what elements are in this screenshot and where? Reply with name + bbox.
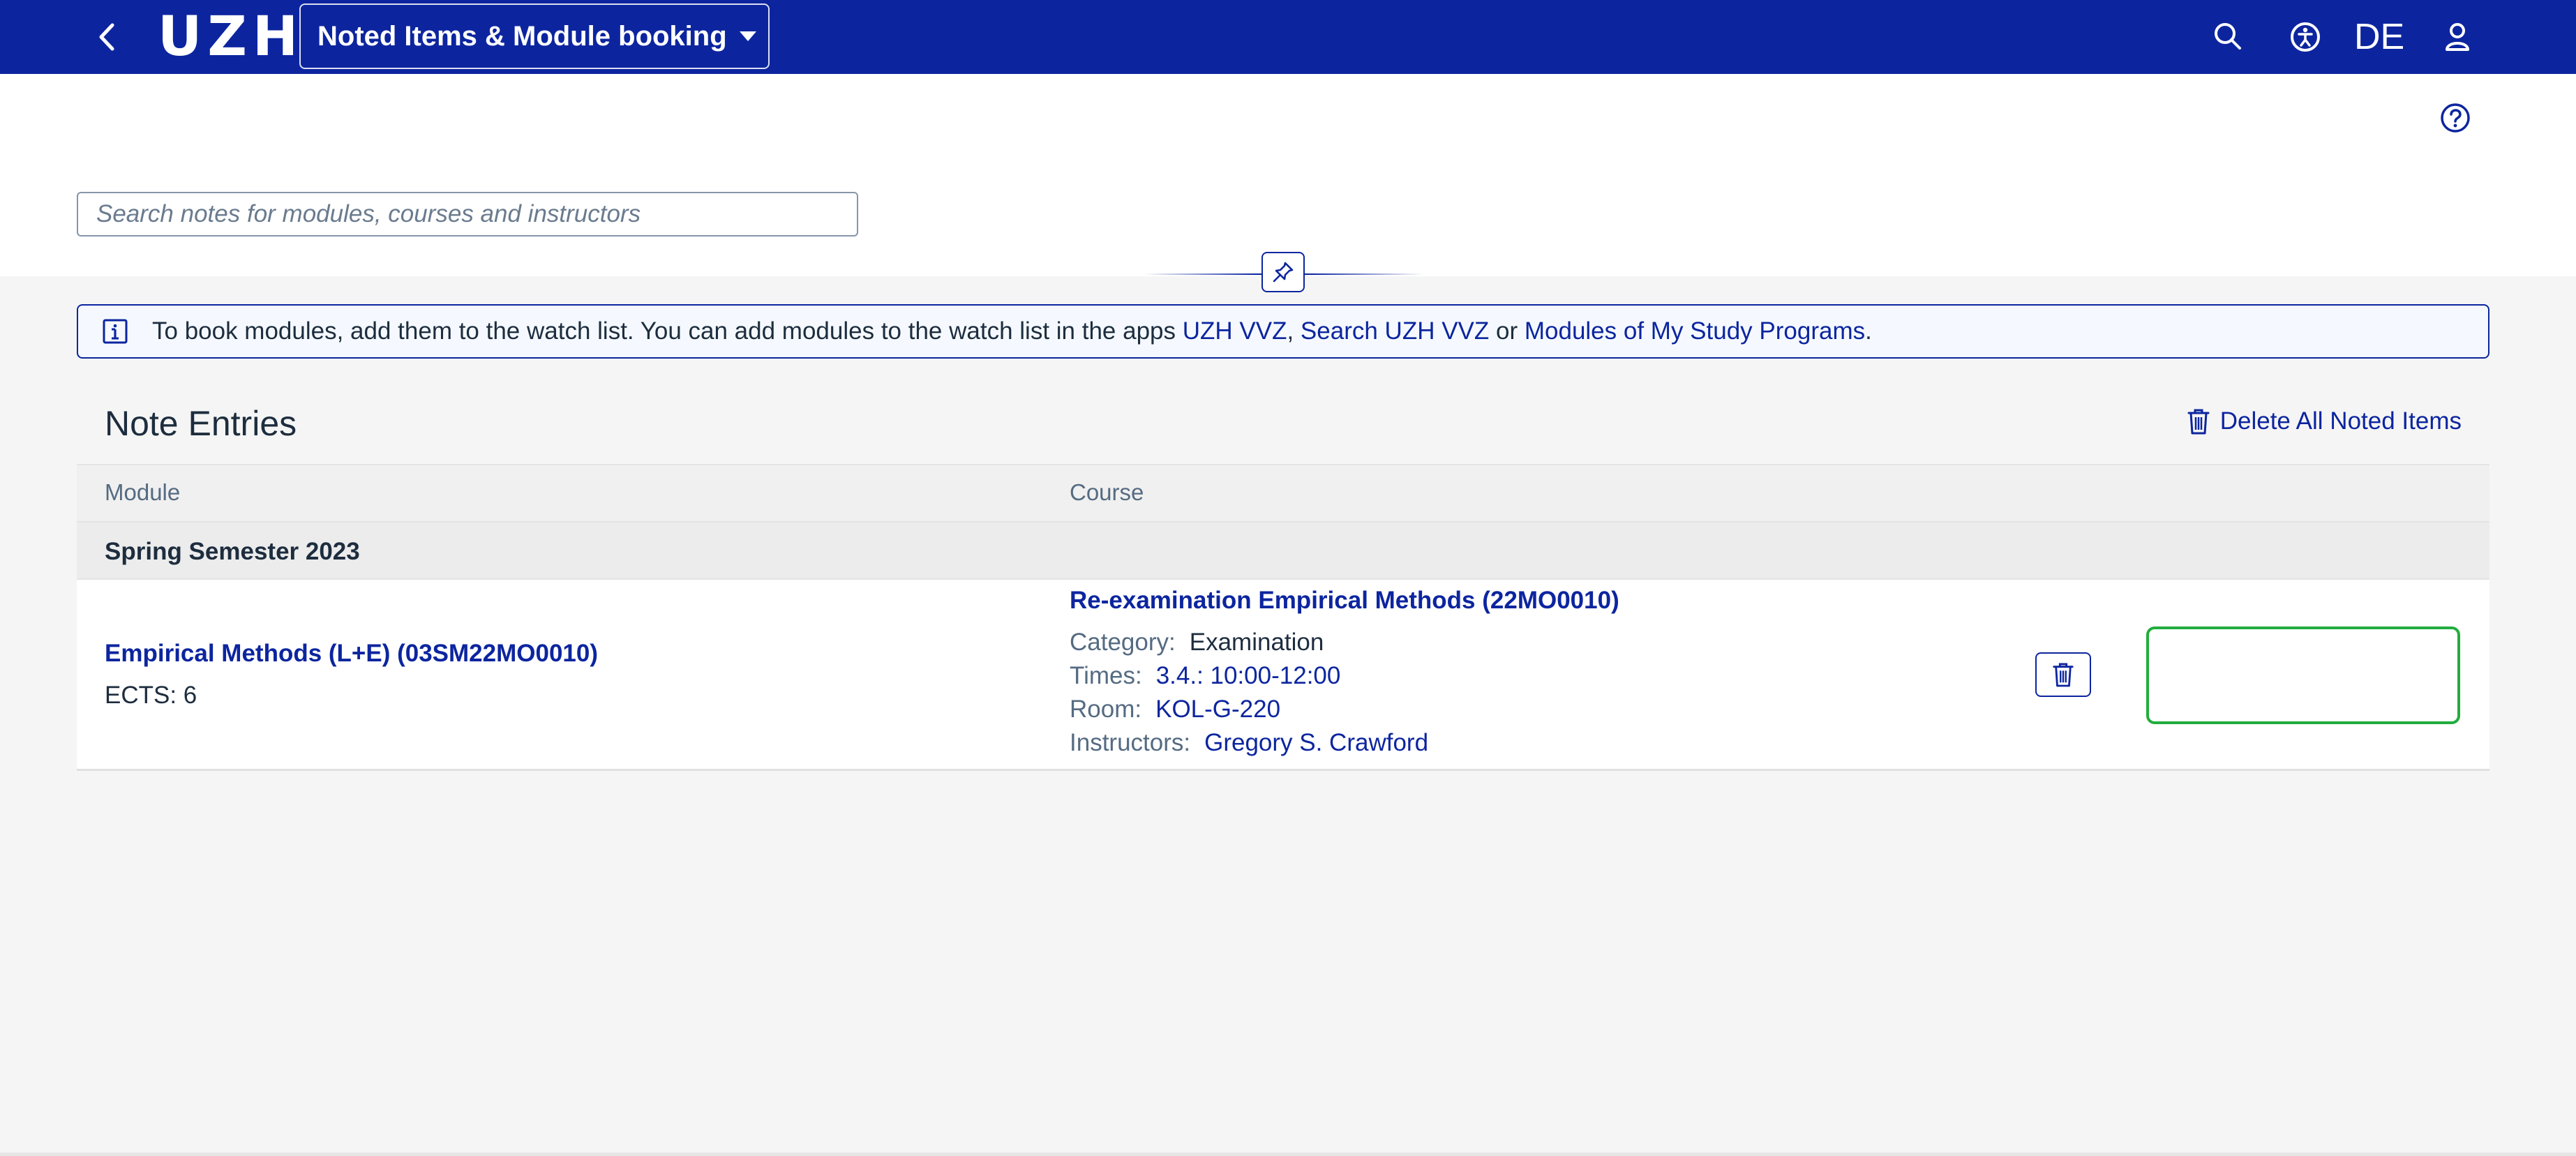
instructor-link[interactable]: Gregory S. Crawford <box>1204 729 1428 756</box>
user-profile-button[interactable] <box>2438 17 2477 57</box>
course-link[interactable]: Re-examination Empirical Methods (22MO00… <box>1070 587 1619 615</box>
pin-header-button[interactable] <box>1261 252 1305 292</box>
card-title: Note Entries <box>105 404 297 443</box>
user-icon <box>2446 23 2469 51</box>
column-header-module: Module <box>105 479 181 505</box>
course-instructors: Instructors: Gregory S. Crawford <box>1070 729 1428 757</box>
link-uzh-vvz[interactable]: UZH VVZ <box>1183 317 1287 345</box>
category-value: Examination <box>1189 629 1324 656</box>
accessibility-icon <box>2291 22 2320 52</box>
table-row: Empirical Methods (L+E) (03SM22MO0010) E… <box>77 580 2489 771</box>
room-link[interactable]: KOL-G-220 <box>1155 696 1280 723</box>
info-text-end: . <box>1865 317 1872 345</box>
page-header <box>0 74 2576 276</box>
info-text: To book modules, add them to the watch l… <box>152 317 1183 345</box>
uzh-logo[interactable]: UZH <box>158 7 304 67</box>
module-link[interactable]: Empirical Methods (L+E) (03SM22MO0010) <box>105 640 598 668</box>
accessibility-button[interactable] <box>2286 17 2325 57</box>
course-times: Times: 3.4.: 10:00-12:00 <box>1070 662 1340 690</box>
category-label: Category: <box>1070 629 1176 656</box>
help-icon <box>2441 103 2470 133</box>
language-switch[interactable]: DE <box>2354 13 2404 61</box>
back-button[interactable] <box>93 20 123 54</box>
room-label: Room: <box>1070 696 1142 723</box>
app-title-menu-button[interactable]: Noted Items & Module booking <box>299 3 770 69</box>
delete-all-label: Delete All Noted Items <box>2219 407 2462 435</box>
times-link[interactable]: 3.4.: 10:00-12:00 <box>1156 662 1341 689</box>
link-search-uzh-vvz[interactable]: Search UZH VVZ <box>1301 317 1489 345</box>
column-header-course: Course <box>1070 479 1144 505</box>
trash-icon <box>2187 409 2210 435</box>
search-button[interactable] <box>2209 17 2248 57</box>
table-header: Module Course <box>77 464 2489 523</box>
trash-icon <box>2053 663 2074 687</box>
search-input[interactable] <box>77 192 858 237</box>
back-icon <box>99 23 114 51</box>
info-icon <box>103 319 128 344</box>
app-title: Noted Items & Module booking <box>317 20 727 52</box>
delete-entry-button[interactable] <box>2035 652 2091 697</box>
course-room: Room: KOL-G-220 <box>1070 696 1280 723</box>
link-modules-of-my-study-programs[interactable]: Modules of My Study Programs <box>1525 317 1865 345</box>
group-title: Spring Semester 2023 <box>105 538 360 565</box>
caret-down-icon <box>739 31 756 41</box>
page-bottom-divider <box>0 1153 2576 1156</box>
shell-bar: UZH Noted Items & Module booking DE <box>0 0 2576 74</box>
booking-slot[interactable] <box>2146 626 2460 724</box>
note-entries-card: Note Entries Delete All Noted Items Modu… <box>77 391 2489 771</box>
module-ects: ECTS: 6 <box>105 682 197 709</box>
info-separator: or <box>1489 317 1525 345</box>
course-category: Category: Examination <box>1070 629 1324 656</box>
pin-icon <box>1273 262 1294 283</box>
info-separator: , <box>1287 317 1301 345</box>
delete-all-noted-items-button[interactable]: Delete All Noted Items <box>2187 407 2462 435</box>
times-label: Times: <box>1070 662 1142 689</box>
info-message-strip: To book modules, add them to the watch l… <box>77 304 2489 359</box>
search-icon <box>2215 23 2241 50</box>
help-button[interactable] <box>2439 102 2471 134</box>
instructors-label: Instructors: <box>1070 729 1191 756</box>
group-header-row: Spring Semester 2023 <box>77 523 2489 580</box>
